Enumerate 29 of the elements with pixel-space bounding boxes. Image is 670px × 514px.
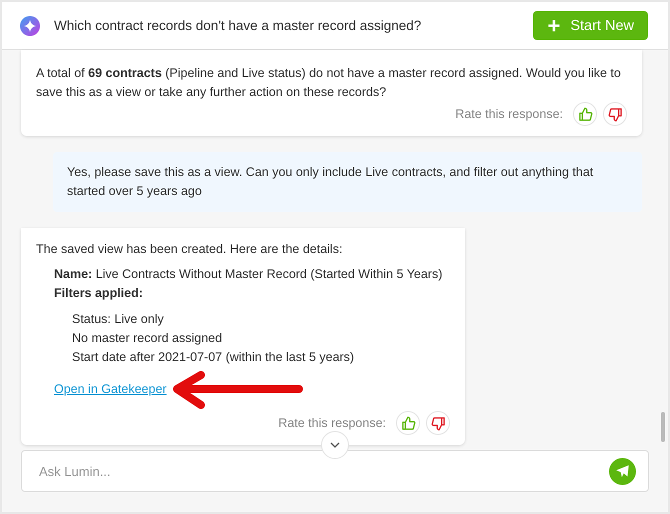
- thumbs-up-icon: [578, 106, 592, 122]
- start-new-button[interactable]: + Start New: [533, 11, 648, 40]
- conversation-title: Which contract records don't have a master record assigned?: [54, 18, 422, 33]
- filter-text: Status: Live only: [72, 311, 165, 328]
- chevron-down-icon: [330, 442, 340, 448]
- sparkle-logo-icon: [20, 16, 40, 36]
- thumbs-down-button[interactable]: [603, 102, 627, 126]
- open-link[interactable]: Open in Gatekeeper: [54, 382, 167, 396]
- thumbs-up-button[interactable]: [396, 411, 420, 435]
- thumbs-down-button[interactable]: [426, 411, 450, 435]
- send-button[interactable]: [609, 458, 636, 484]
- filter-text: No master record assigned: [72, 330, 224, 347]
- thumbs-up-button[interactable]: [573, 102, 597, 126]
- detail-text: Filters applied:: [54, 285, 144, 302]
- detail-text: Name: Live Contracts Without Master Record (Started Within 5 Years): [54, 266, 444, 283]
- scroll-down-button[interactable]: [321, 431, 349, 459]
- send-icon: [615, 464, 630, 478]
- message-text: A total of 69 contracts (Pipeline and Live status) do not have a master record assigned. Would you like to save this as a view or take any further action on these records?: [36, 65, 622, 101]
- message-text: The saved view has been created. Here are the details:: [36, 241, 344, 258]
- ask-field[interactable]: Ask Lumin...: [37, 462, 609, 480]
- rating-label: Rate this response:: [455, 107, 563, 121]
- thumbs-down-icon: [430, 416, 446, 430]
- thumbs-up-icon: [400, 416, 416, 430]
- thumbs-down-icon: [608, 106, 622, 122]
- scrollbar-thumb[interactable]: [661, 412, 665, 442]
- filter-text: Start date after 2021-07-07 (within the last 5 years): [72, 349, 356, 366]
- message-text: Yes, please save this as a view. Can you only include Live contracts, and filter out anything that started over 5 years ago: [67, 164, 594, 200]
- message-composer[interactable]: Ask Lumin...: [21, 450, 649, 492]
- rating-label: Rate this response:: [278, 416, 386, 430]
